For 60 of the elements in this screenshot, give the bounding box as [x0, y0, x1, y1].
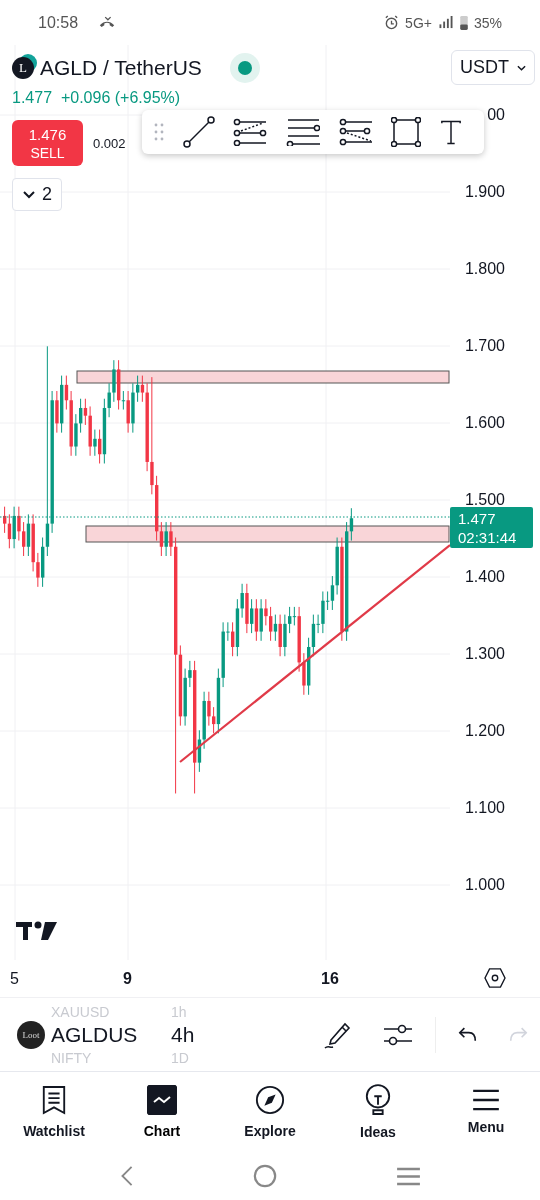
zone-rectangle[interactable]: [85, 525, 450, 543]
missed-call-icon: [98, 16, 117, 29]
symbol-logo: Loot: [17, 1020, 45, 1049]
clock-time: 10:58: [38, 13, 79, 32]
alarm-icon: [384, 15, 400, 30]
battery-icon: [459, 15, 468, 30]
price-axis-label: 1.300: [464, 645, 505, 664]
signal-icon: [437, 16, 454, 29]
back-icon[interactable]: [119, 1165, 134, 1187]
currency-dropdown[interactable]: USDT: [451, 50, 535, 85]
price-axis-label: 1.700: [464, 336, 505, 355]
symbol-title[interactable]: AGLD / TetherUS: [40, 56, 202, 80]
list-icon: [41, 1085, 67, 1115]
nav-tab[interactable]: Ideas: [324, 1072, 432, 1152]
text-tool-icon[interactable]: [439, 119, 462, 145]
nav-tab[interactable]: Watchlist: [0, 1072, 108, 1152]
price-axis-label: 1.400: [464, 568, 505, 587]
sell-button[interactable]: 1.476 SELL: [12, 120, 83, 166]
price-axis-label: 00: [487, 105, 505, 124]
price-axis-label: 1.800: [464, 259, 505, 278]
tradingview-logo-icon: [16, 921, 57, 940]
menu-icon: [472, 1089, 500, 1111]
price-axis-label: 1.100: [464, 799, 505, 818]
battery-percent: 35%: [473, 14, 502, 31]
caret-icon: [517, 64, 526, 71]
drag-handle-icon[interactable]: [154, 123, 164, 141]
undo-icon[interactable]: [458, 1026, 478, 1043]
price-tag: 1.477 02:31:44: [450, 507, 533, 548]
price-axis-label: 1.900: [464, 182, 505, 201]
network-label: 5G+: [405, 14, 432, 31]
price-change: 1.477 +0.096 (+6.95%): [12, 89, 181, 107]
settings-icon[interactable]: [484, 968, 506, 988]
candlestick-chart[interactable]: [0, 45, 450, 960]
price-axis-label: 1.600: [464, 413, 505, 432]
chevron-down-icon: [22, 189, 36, 200]
nav-tab[interactable]: Chart: [108, 1072, 216, 1152]
rectangle-tool-icon[interactable]: [391, 117, 422, 147]
pitchfork-tool-icon[interactable]: [338, 118, 373, 146]
recent-apps-icon[interactable]: [395, 1166, 421, 1186]
parallel-lines-tool-icon[interactable]: [285, 118, 320, 146]
chart-icon: [147, 1085, 177, 1115]
nav-tab[interactable]: Menu: [432, 1072, 540, 1152]
date-axis-label: 16: [321, 970, 339, 988]
symbol-picker-item[interactable]: AGLDUS 4h: [51, 1021, 195, 1048]
home-icon[interactable]: [252, 1164, 277, 1188]
market-open-icon: [229, 53, 260, 83]
nav-tab[interactable]: Explore: [216, 1072, 324, 1152]
spread-value: 0.002: [93, 135, 126, 151]
price-axis-label: 1.000: [464, 876, 505, 895]
date-axis-label: 9: [123, 970, 132, 988]
price-axis-label: 1.500: [464, 491, 505, 509]
date-axis-label: 5: [10, 970, 19, 988]
lightbulb-icon: [364, 1084, 392, 1116]
symbol-logo: L: [12, 57, 34, 79]
compass-icon: [255, 1085, 285, 1115]
trend-line-tool-icon[interactable]: [182, 116, 215, 148]
price-axis-label: 1.200: [464, 722, 505, 741]
collapse-button[interactable]: 2: [12, 178, 62, 211]
fib-tool-icon[interactable]: [233, 118, 268, 146]
trend-line[interactable]: [179, 544, 450, 763]
